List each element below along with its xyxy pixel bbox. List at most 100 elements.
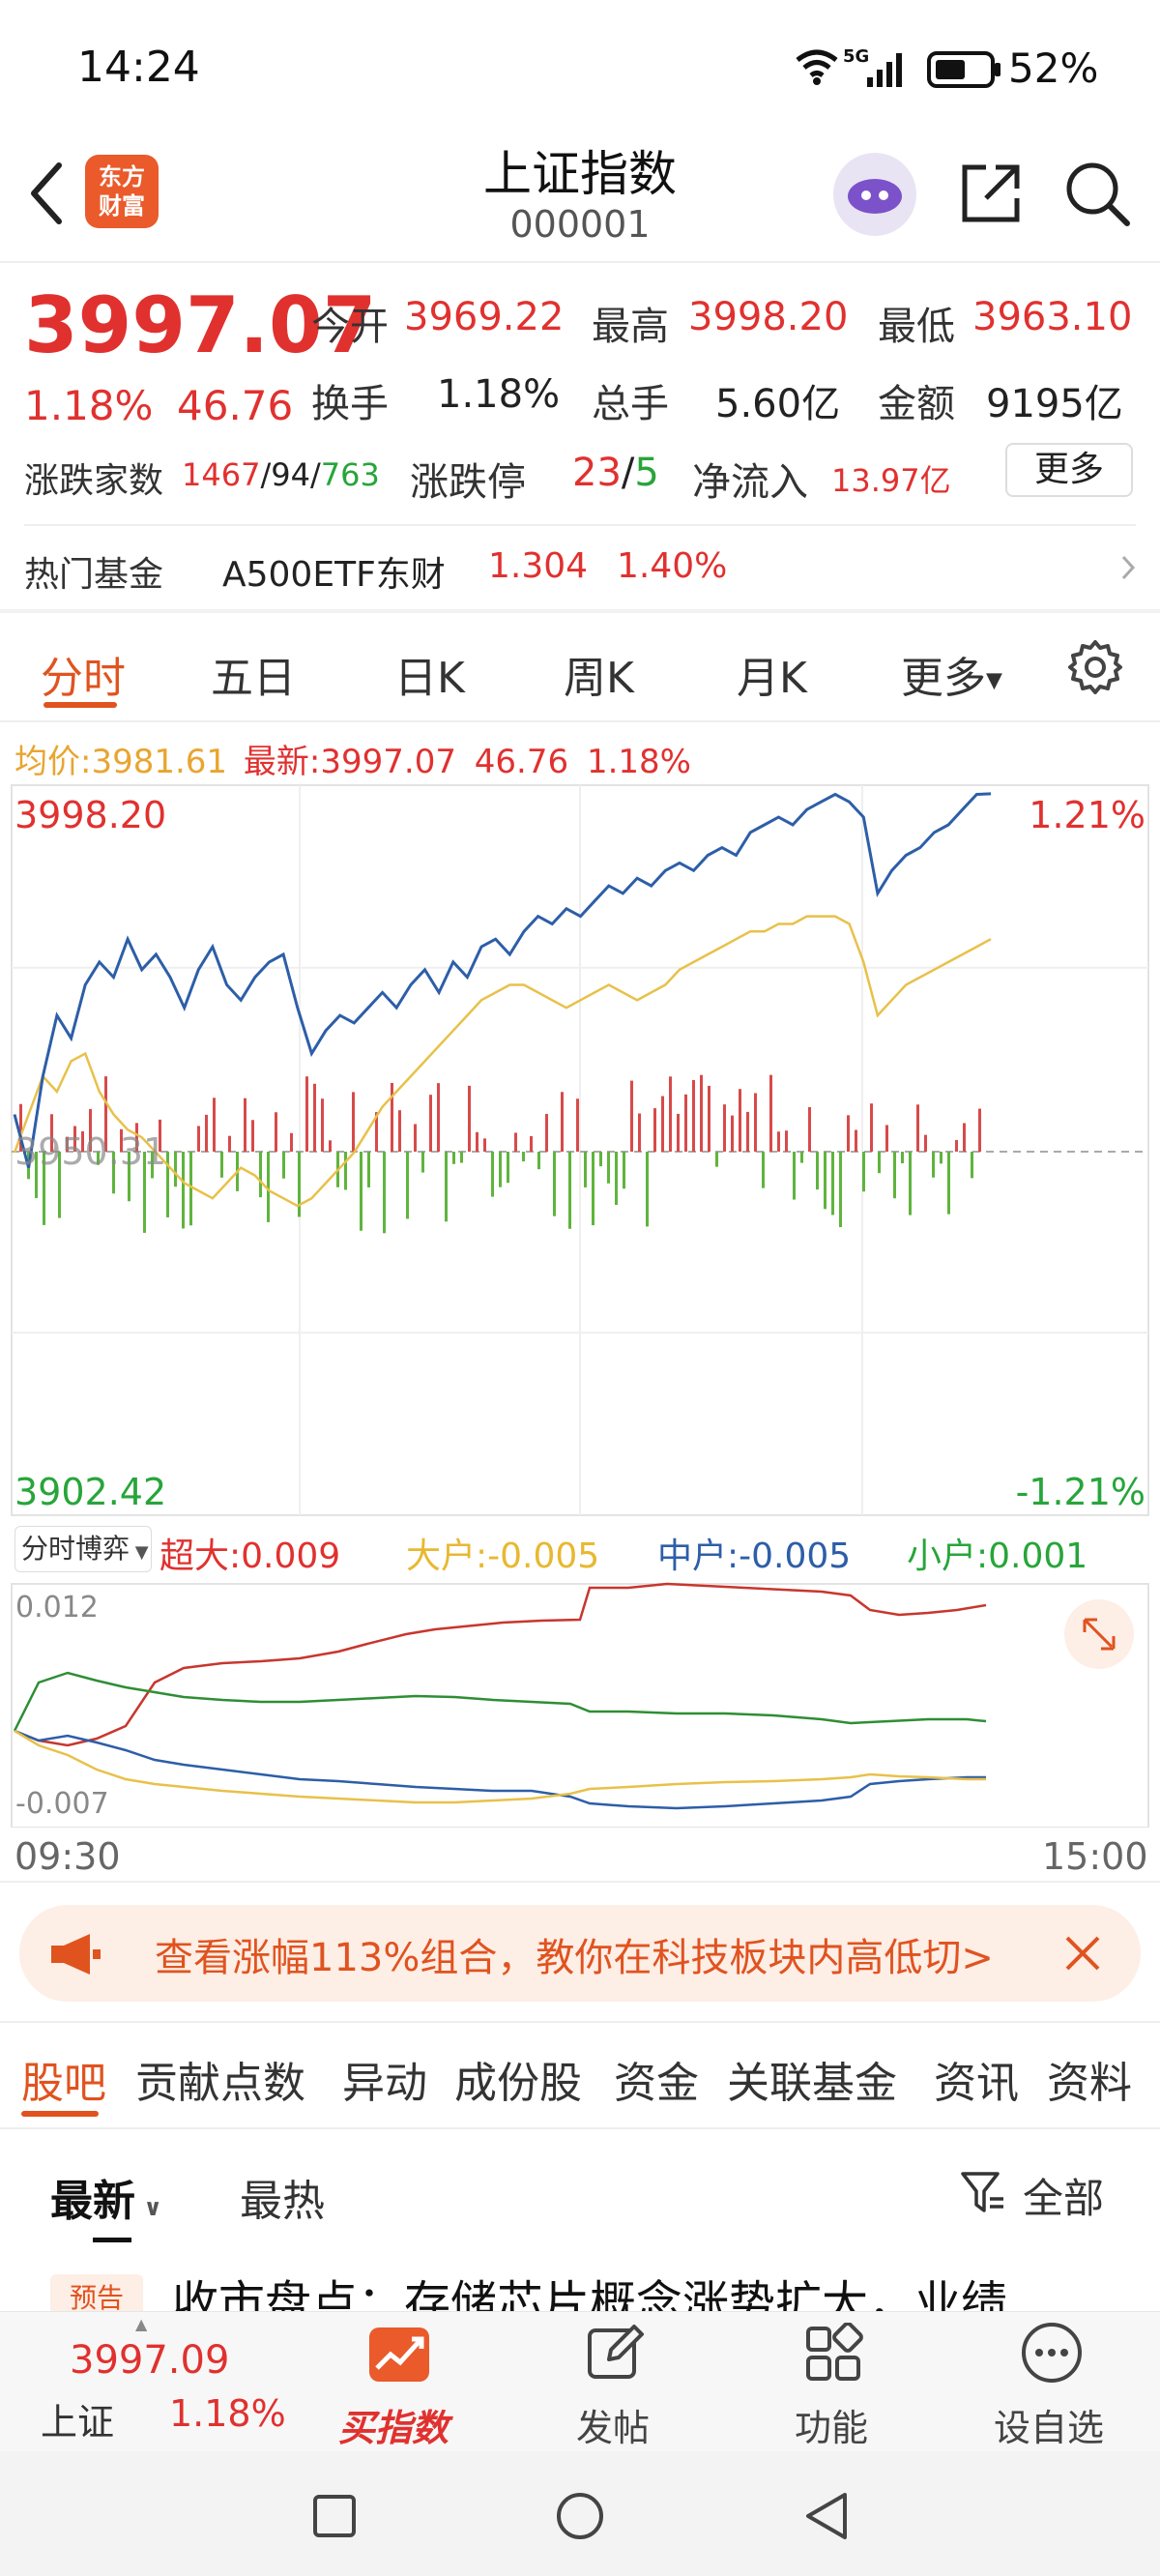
section-tab-underline (21, 2111, 99, 2117)
settings-icon[interactable] (1066, 638, 1124, 700)
recent-apps-icon[interactable] (311, 2493, 358, 2543)
hot-fund-label: 热门基金 (24, 555, 164, 595)
close-icon[interactable] (1061, 1932, 1104, 1978)
high-label: 最高 (592, 305, 669, 349)
chevron-right-icon[interactable] (1119, 553, 1137, 586)
volume-bar (793, 1152, 796, 1200)
share-icon[interactable] (957, 160, 1025, 231)
volume-bar (715, 1152, 718, 1167)
volume-bar (816, 1152, 819, 1190)
tab-related-funds[interactable]: 关联基金 (727, 2048, 897, 2110)
volume-bar (530, 1135, 533, 1152)
volume-bar (391, 1082, 393, 1152)
flow-dropdown[interactable]: 分时博弈 ▼ (14, 1526, 152, 1572)
divider (0, 609, 1160, 613)
volume-bar (909, 1152, 912, 1215)
divider (0, 720, 1160, 722)
volume-bar (321, 1098, 324, 1152)
volume-label: 总手 (592, 382, 669, 426)
volume-bar (831, 1152, 834, 1215)
nav-post[interactable]: 发帖 (576, 2398, 650, 2451)
intraday-chart[interactable]: 3998.20 1.21% 3950.31 3902.42 -1.21% (0, 774, 1160, 1528)
volume-bar (646, 1152, 649, 1227)
assistant-avatar[interactable] (833, 153, 916, 236)
banner-text[interactable]: 查看涨幅113%组合，教你在科技板块内高低切> (155, 1926, 994, 1982)
volume-bar (483, 1138, 486, 1152)
breadth-flat: 94 (271, 456, 310, 493)
wifi-icon (793, 46, 841, 89)
tab-daily-k[interactable]: 日K (394, 643, 465, 705)
back-nav-icon[interactable] (802, 2491, 851, 2545)
breadth-up: 1467 (182, 456, 261, 493)
tab-intraday[interactable]: 分时 (41, 643, 126, 705)
home-icon[interactable] (555, 2491, 605, 2545)
volume-bar (839, 1152, 842, 1228)
volume-bar (367, 1152, 370, 1187)
nav-index-price: 3997.09 (70, 2338, 230, 2383)
amount-value: 9195亿 (986, 382, 1123, 426)
sort-hot[interactable]: 最热 (240, 2166, 325, 2228)
volume-bar (916, 1104, 919, 1152)
nav-buy-index[interactable]: 买指数 (338, 2398, 449, 2451)
filter-icon[interactable] (959, 2168, 1007, 2220)
tab-contribution[interactable]: 贡献点数 (135, 2048, 305, 2110)
tab-monthly-k[interactable]: 月K (737, 643, 807, 705)
volume-bar (847, 1115, 850, 1152)
volume-bar (769, 1074, 772, 1152)
change-value: 46.76 (177, 382, 294, 429)
volume-bar (452, 1152, 455, 1164)
post-icon[interactable] (584, 2321, 646, 2386)
volume-bar (282, 1152, 285, 1179)
high-value: 3998.20 (688, 295, 849, 339)
more-dots-icon[interactable] (1020, 2321, 1084, 2388)
volume-bar (592, 1152, 594, 1226)
nav-functions[interactable]: 功能 (795, 2398, 868, 2451)
limit-values: 23/5 (572, 451, 659, 495)
flow-large-value: -0.005 (487, 1537, 600, 1576)
tab-more[interactable]: 更多▼ (901, 643, 1002, 705)
tab-five-day[interactable]: 五日 (211, 643, 296, 705)
volume-bar (352, 1092, 355, 1152)
limit-up: 23 (572, 451, 622, 495)
volume-bar (491, 1152, 494, 1197)
volume-bar (329, 1140, 332, 1152)
hot-fund-name[interactable]: A500ETF东财 (222, 546, 446, 597)
volume-bar (885, 1125, 888, 1152)
tab-news[interactable]: 资讯 (934, 2048, 1019, 2110)
volume-bar (638, 1113, 641, 1152)
tab-forum[interactable]: 股吧 (21, 2048, 106, 2110)
apps-icon[interactable] (802, 2322, 864, 2388)
volume-bar (855, 1129, 857, 1152)
tab-funds-flow[interactable]: 资金 (614, 2048, 699, 2110)
tab-weekly-k[interactable]: 周K (564, 643, 634, 705)
volume-bar (731, 1115, 734, 1152)
flow-medium-label: 中户: (657, 1537, 740, 1576)
caret-up-icon: ▲ (135, 2315, 148, 2333)
volume-bar (963, 1123, 966, 1152)
pct-top-label: 1.21% (1029, 794, 1146, 836)
volume-bar (623, 1152, 625, 1189)
search-icon[interactable] (1063, 160, 1133, 233)
volume-bar (878, 1152, 881, 1174)
volume-bar (553, 1152, 556, 1216)
volume-bar (259, 1152, 262, 1198)
tab-profile[interactable]: 资料 (1047, 2048, 1132, 2110)
netflow-label: 净流入 (692, 460, 808, 505)
tab-constituents[interactable]: 成份股 (454, 2048, 582, 2110)
volume-bar (700, 1074, 703, 1152)
flow-small: 小户:0.001 (907, 1528, 1088, 1578)
volume-bar (213, 1098, 216, 1152)
tab-anomaly[interactable]: 异动 (342, 2048, 427, 2110)
filter-all[interactable]: 全部 (1023, 2166, 1104, 2225)
buy-index-icon[interactable] (367, 2326, 431, 2387)
tab-more-label: 更多 (901, 654, 986, 703)
sort-latest[interactable]: 最新 ∨ (50, 2166, 162, 2228)
volume-bar (955, 1139, 958, 1152)
more-button[interactable]: 更多 (1005, 443, 1133, 497)
volume-bar (220, 1152, 223, 1178)
expand-icon[interactable] (1064, 1599, 1134, 1669)
volume-bar (166, 1152, 169, 1217)
volume-bar (723, 1104, 726, 1152)
volume-bar (971, 1152, 973, 1179)
nav-add-watchlist[interactable]: 设自选 (994, 2398, 1104, 2451)
